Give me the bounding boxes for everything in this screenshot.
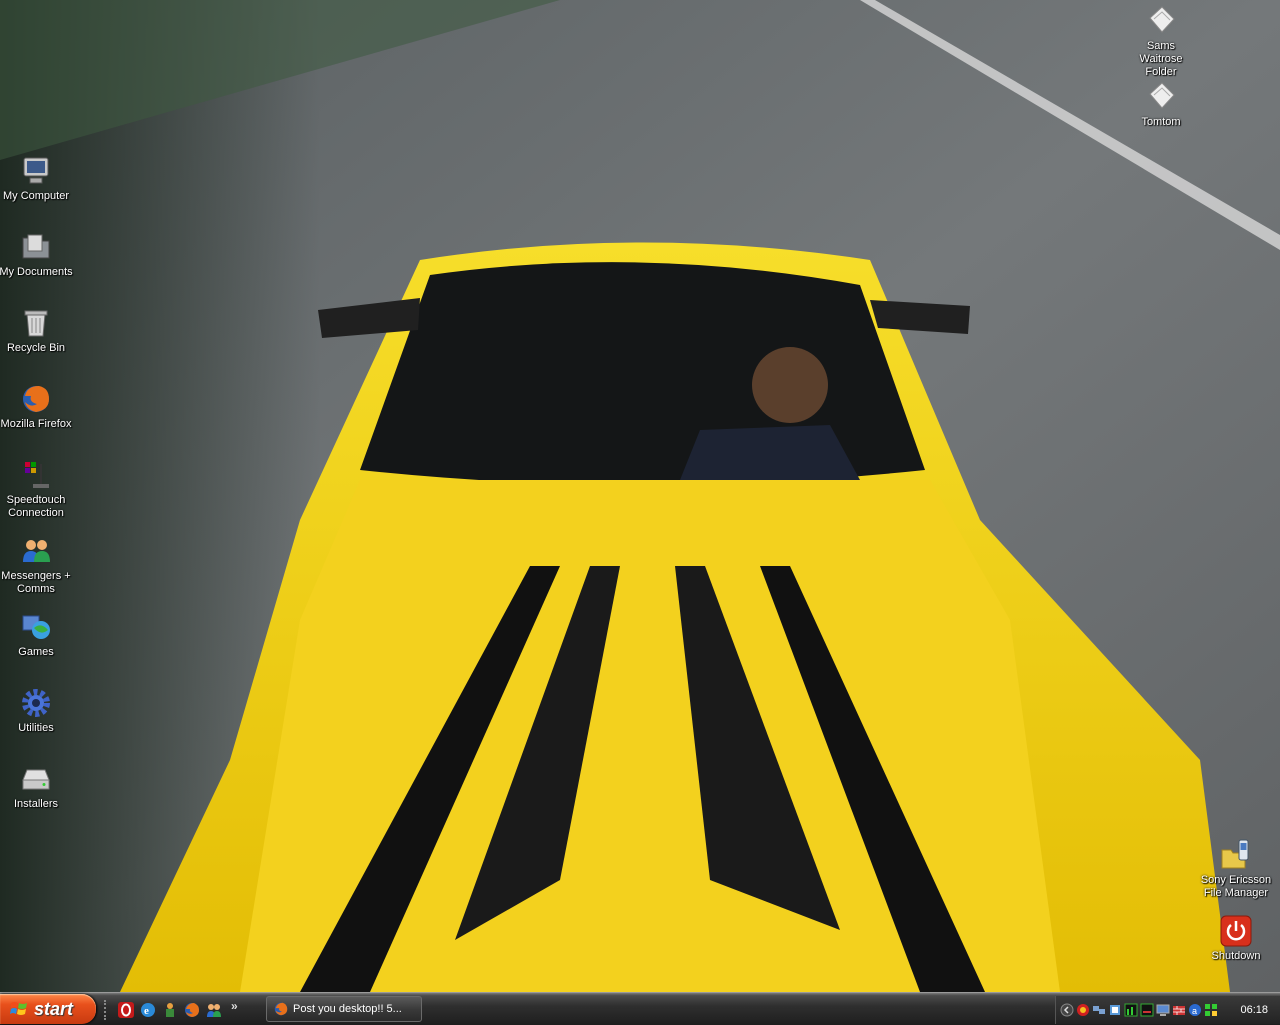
msn-icon[interactable]	[161, 1001, 179, 1019]
desktop-icon-label: Mozilla Firefox	[0, 418, 72, 430]
quick-launch-overflow-button[interactable]: »	[231, 999, 238, 1013]
firefox-icon[interactable]	[183, 1001, 201, 1019]
firefox-icon	[274, 1002, 288, 1016]
network-connection-icon	[25, 462, 49, 488]
desktop-icon-label: Tomtom	[1141, 116, 1181, 128]
computer-icon	[23, 157, 49, 184]
desktop-icon-games[interactable]: Games	[0, 610, 74, 659]
desktop-icon-label: Games	[18, 646, 54, 658]
start-button[interactable]: start	[0, 994, 96, 1024]
update-tray-icon[interactable]: a	[1188, 1003, 1202, 1017]
desktop-icon-shutdown[interactable]: Shutdown	[1198, 914, 1274, 963]
network-tray-icon[interactable]	[1092, 1003, 1106, 1017]
phone-folder-icon	[1221, 839, 1249, 869]
svg-text:a: a	[1192, 1006, 1197, 1016]
cpu-meter-tray-icon[interactable]	[1124, 1003, 1138, 1017]
ie-icon[interactable]: e	[139, 1001, 157, 1019]
opera-icon[interactable]	[117, 1001, 135, 1019]
desktop-icon-sams-waitrose-folder[interactable]: Sams Waitrose Folder	[1123, 4, 1199, 79]
taskbar-task-label: Post you desktop!! 5...	[293, 1003, 402, 1015]
toolbar-grip[interactable]	[104, 1000, 109, 1020]
app-tray-icon[interactable]	[1204, 1003, 1218, 1017]
clock[interactable]: 06:18	[1240, 1004, 1268, 1016]
recycle-bin-icon	[24, 310, 48, 337]
antivirus-tray-icon[interactable]	[1076, 1003, 1090, 1017]
desktop-icon-label: Messengers + Comms	[1, 570, 71, 595]
desktop-wallpaper	[0, 0, 1280, 992]
start-label: start	[34, 998, 74, 1019]
connection-tray-icon[interactable]	[1108, 1003, 1122, 1017]
tray-expand-icon[interactable]	[1060, 1003, 1074, 1017]
desktop-icon-label: My Documents	[0, 266, 73, 278]
firewall-tray-icon[interactable]	[1172, 1003, 1186, 1017]
firefox-icon	[23, 386, 49, 412]
desktop-icon-utilities[interactable]: Utilities	[0, 686, 74, 735]
svg-text:e: e	[144, 1005, 149, 1017]
system-tray: a 06:18	[1055, 996, 1280, 1024]
memory-meter-tray-icon[interactable]	[1140, 1003, 1154, 1017]
power-icon	[1220, 915, 1252, 947]
document-icon	[1149, 82, 1175, 109]
desktop-icon-sony-ericsson-file-manager[interactable]: Sony Ericsson File Manager	[1198, 838, 1274, 900]
desktop-icon-label: Speedtouch Connection	[6, 494, 66, 519]
desktop-icon-label: Sams Waitrose Folder	[1139, 40, 1183, 78]
desktop-icon-recycle-bin[interactable]: Recycle Bin	[0, 306, 74, 355]
desktop-icon-installers[interactable]: Installers	[0, 762, 74, 811]
document-icon	[1149, 6, 1175, 33]
quick-launch-bar: e »	[104, 999, 238, 1021]
display-tray-icon[interactable]	[1156, 1003, 1170, 1017]
drive-icon	[22, 769, 50, 790]
desktop-icon-messengers-comms[interactable]: Messengers + Comms	[0, 534, 74, 596]
messenger-icon[interactable]	[205, 1001, 223, 1019]
games-icon	[22, 615, 50, 639]
desktop-icon-label: Utilities	[18, 722, 54, 734]
documents-folder-icon	[22, 234, 50, 259]
gear-icon	[22, 689, 50, 717]
desktop-icon-tomtom[interactable]: Tomtom	[1123, 80, 1199, 129]
desktop-icon-label: My Computer	[2, 190, 70, 202]
desktop-icon-label: Sony Ericsson File Manager	[1200, 874, 1272, 899]
desktop-icon-speedtouch-connection[interactable]: Speedtouch Connection	[0, 458, 74, 520]
desktop-icon-label: Installers	[13, 798, 59, 810]
taskbar-task-button[interactable]: Post you desktop!! 5...	[266, 996, 422, 1022]
desktop-icon-my-documents[interactable]: My Documents	[0, 230, 74, 279]
desktop-icon-mozilla-firefox[interactable]: Mozilla Firefox	[0, 382, 74, 431]
desktop-icon-label: Recycle Bin	[6, 342, 66, 354]
messenger-icon	[23, 540, 50, 562]
desktop-icon-my-computer[interactable]: My Computer	[0, 154, 74, 203]
windows-logo-icon	[10, 1002, 27, 1015]
desktop-icon-label: Shutdown	[1211, 950, 1261, 962]
